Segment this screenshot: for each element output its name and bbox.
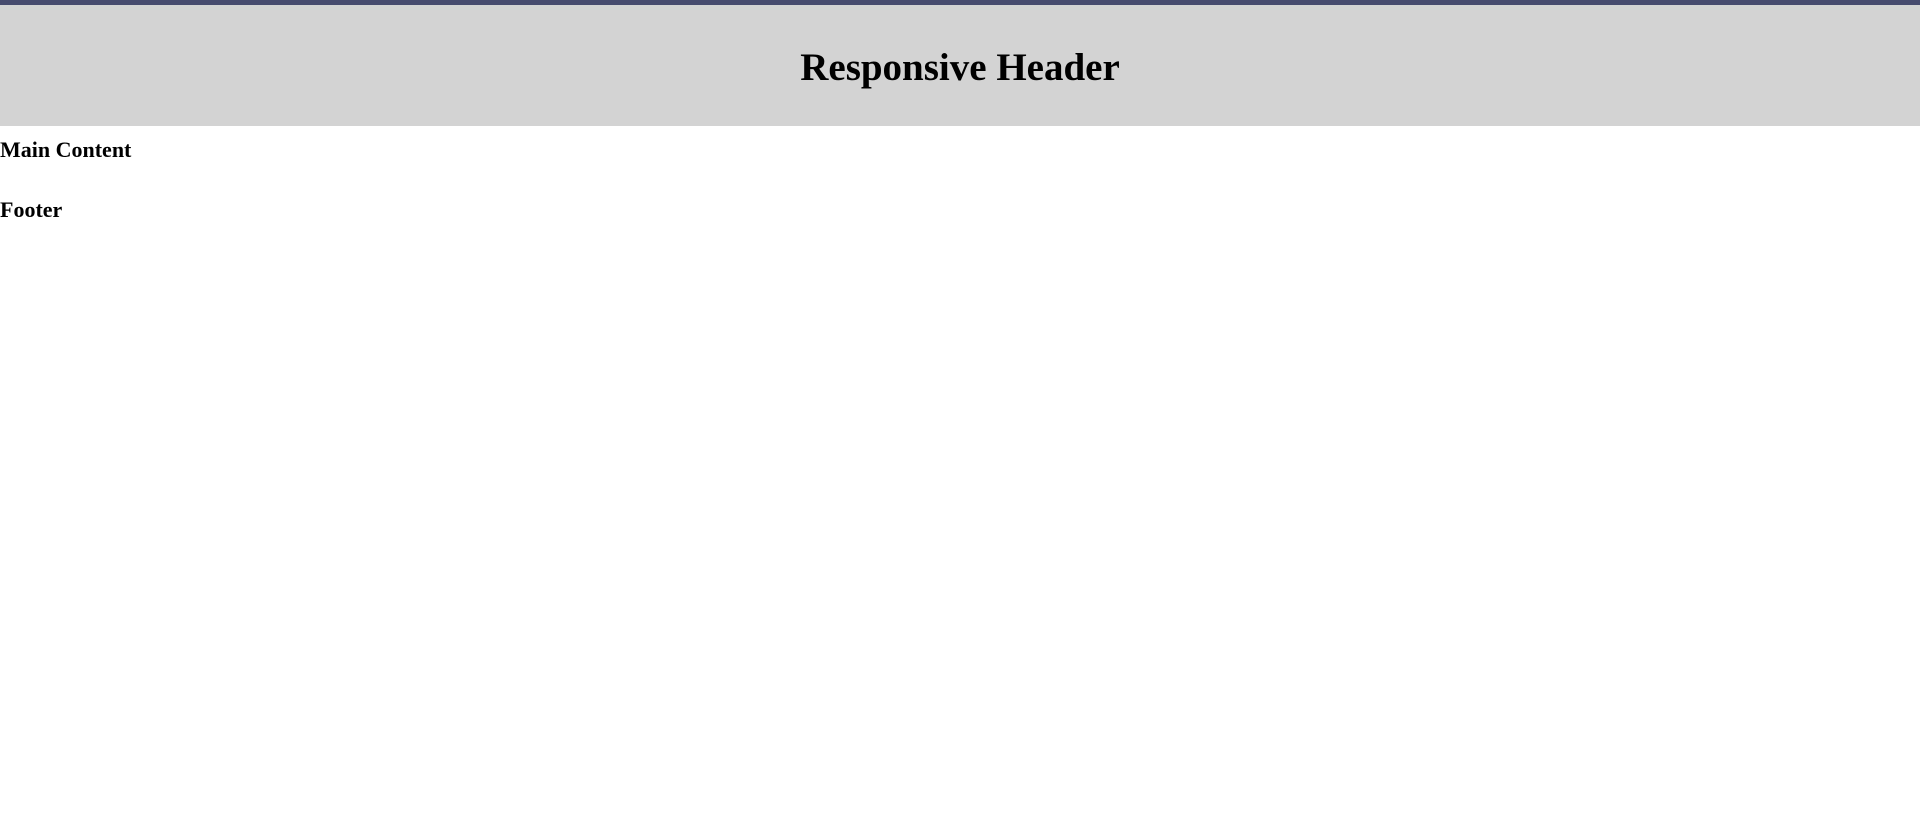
- header-title: Responsive Header: [800, 46, 1120, 89]
- page-header: Responsive Header: [0, 5, 1920, 126]
- main-content-heading: Main Content: [0, 137, 132, 162]
- footer-heading: Footer: [0, 197, 63, 222]
